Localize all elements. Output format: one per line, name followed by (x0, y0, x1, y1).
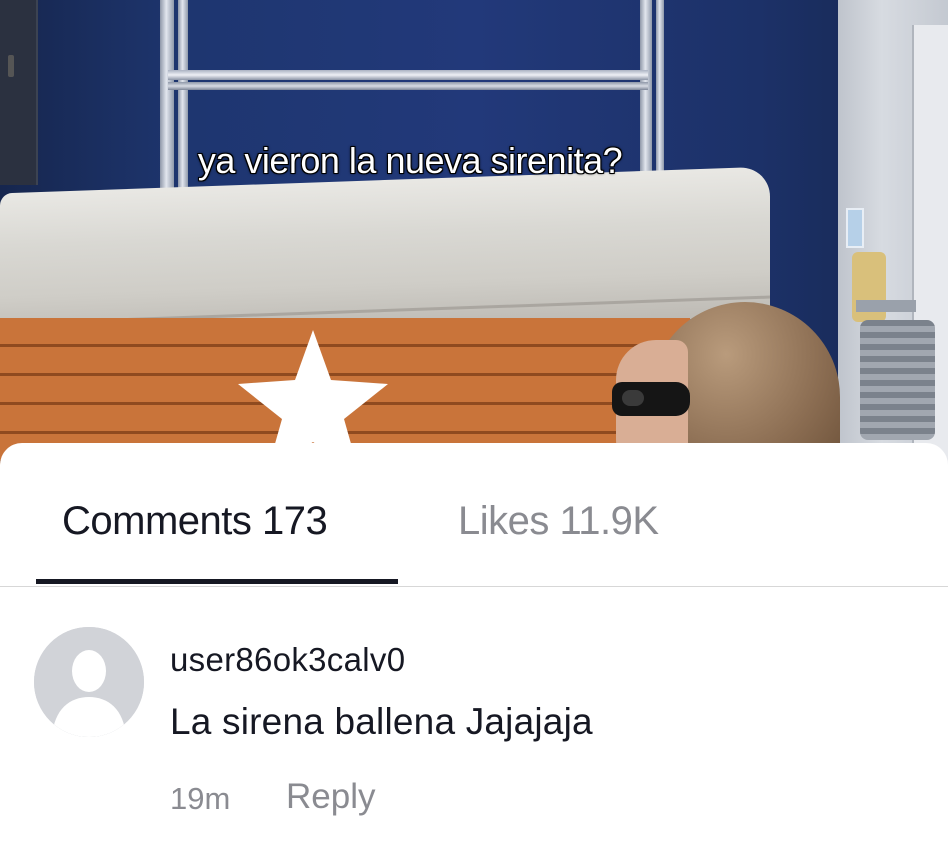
video-person-sunglasses (612, 382, 690, 416)
default-user-avatar-icon (34, 627, 144, 737)
reply-button[interactable]: Reply (286, 777, 375, 817)
comment-text: La sirena ballena Jajajaja (170, 701, 593, 742)
comments-sheet: Comments 173 Likes 11.9K user86ok3calv0 … (0, 443, 948, 849)
comment-username[interactable]: user86ok3calv0 (170, 641, 405, 679)
video-shelf (856, 300, 916, 312)
video-caption: ya vieron la nueva sirenita? (197, 140, 623, 181)
video-player[interactable]: ya vieron la nueva sirenita? (0, 0, 948, 470)
comment-timestamp: 19m (170, 781, 231, 816)
tab-comments[interactable]: Comments 173 (62, 499, 328, 544)
tab-likes[interactable]: Likes 11.9K (458, 499, 659, 544)
video-towels (860, 320, 935, 440)
video-railing (168, 70, 648, 80)
active-tab-indicator (36, 579, 398, 584)
video-railing (168, 82, 648, 90)
video-sign (846, 208, 864, 248)
avatar[interactable] (34, 627, 144, 737)
video-boat-cover (0, 166, 770, 344)
comment-item: user86ok3calv0 La sirena ballena Jajajaj… (0, 627, 948, 827)
comments-tab-bar: Comments 173 Likes 11.9K (0, 443, 948, 587)
